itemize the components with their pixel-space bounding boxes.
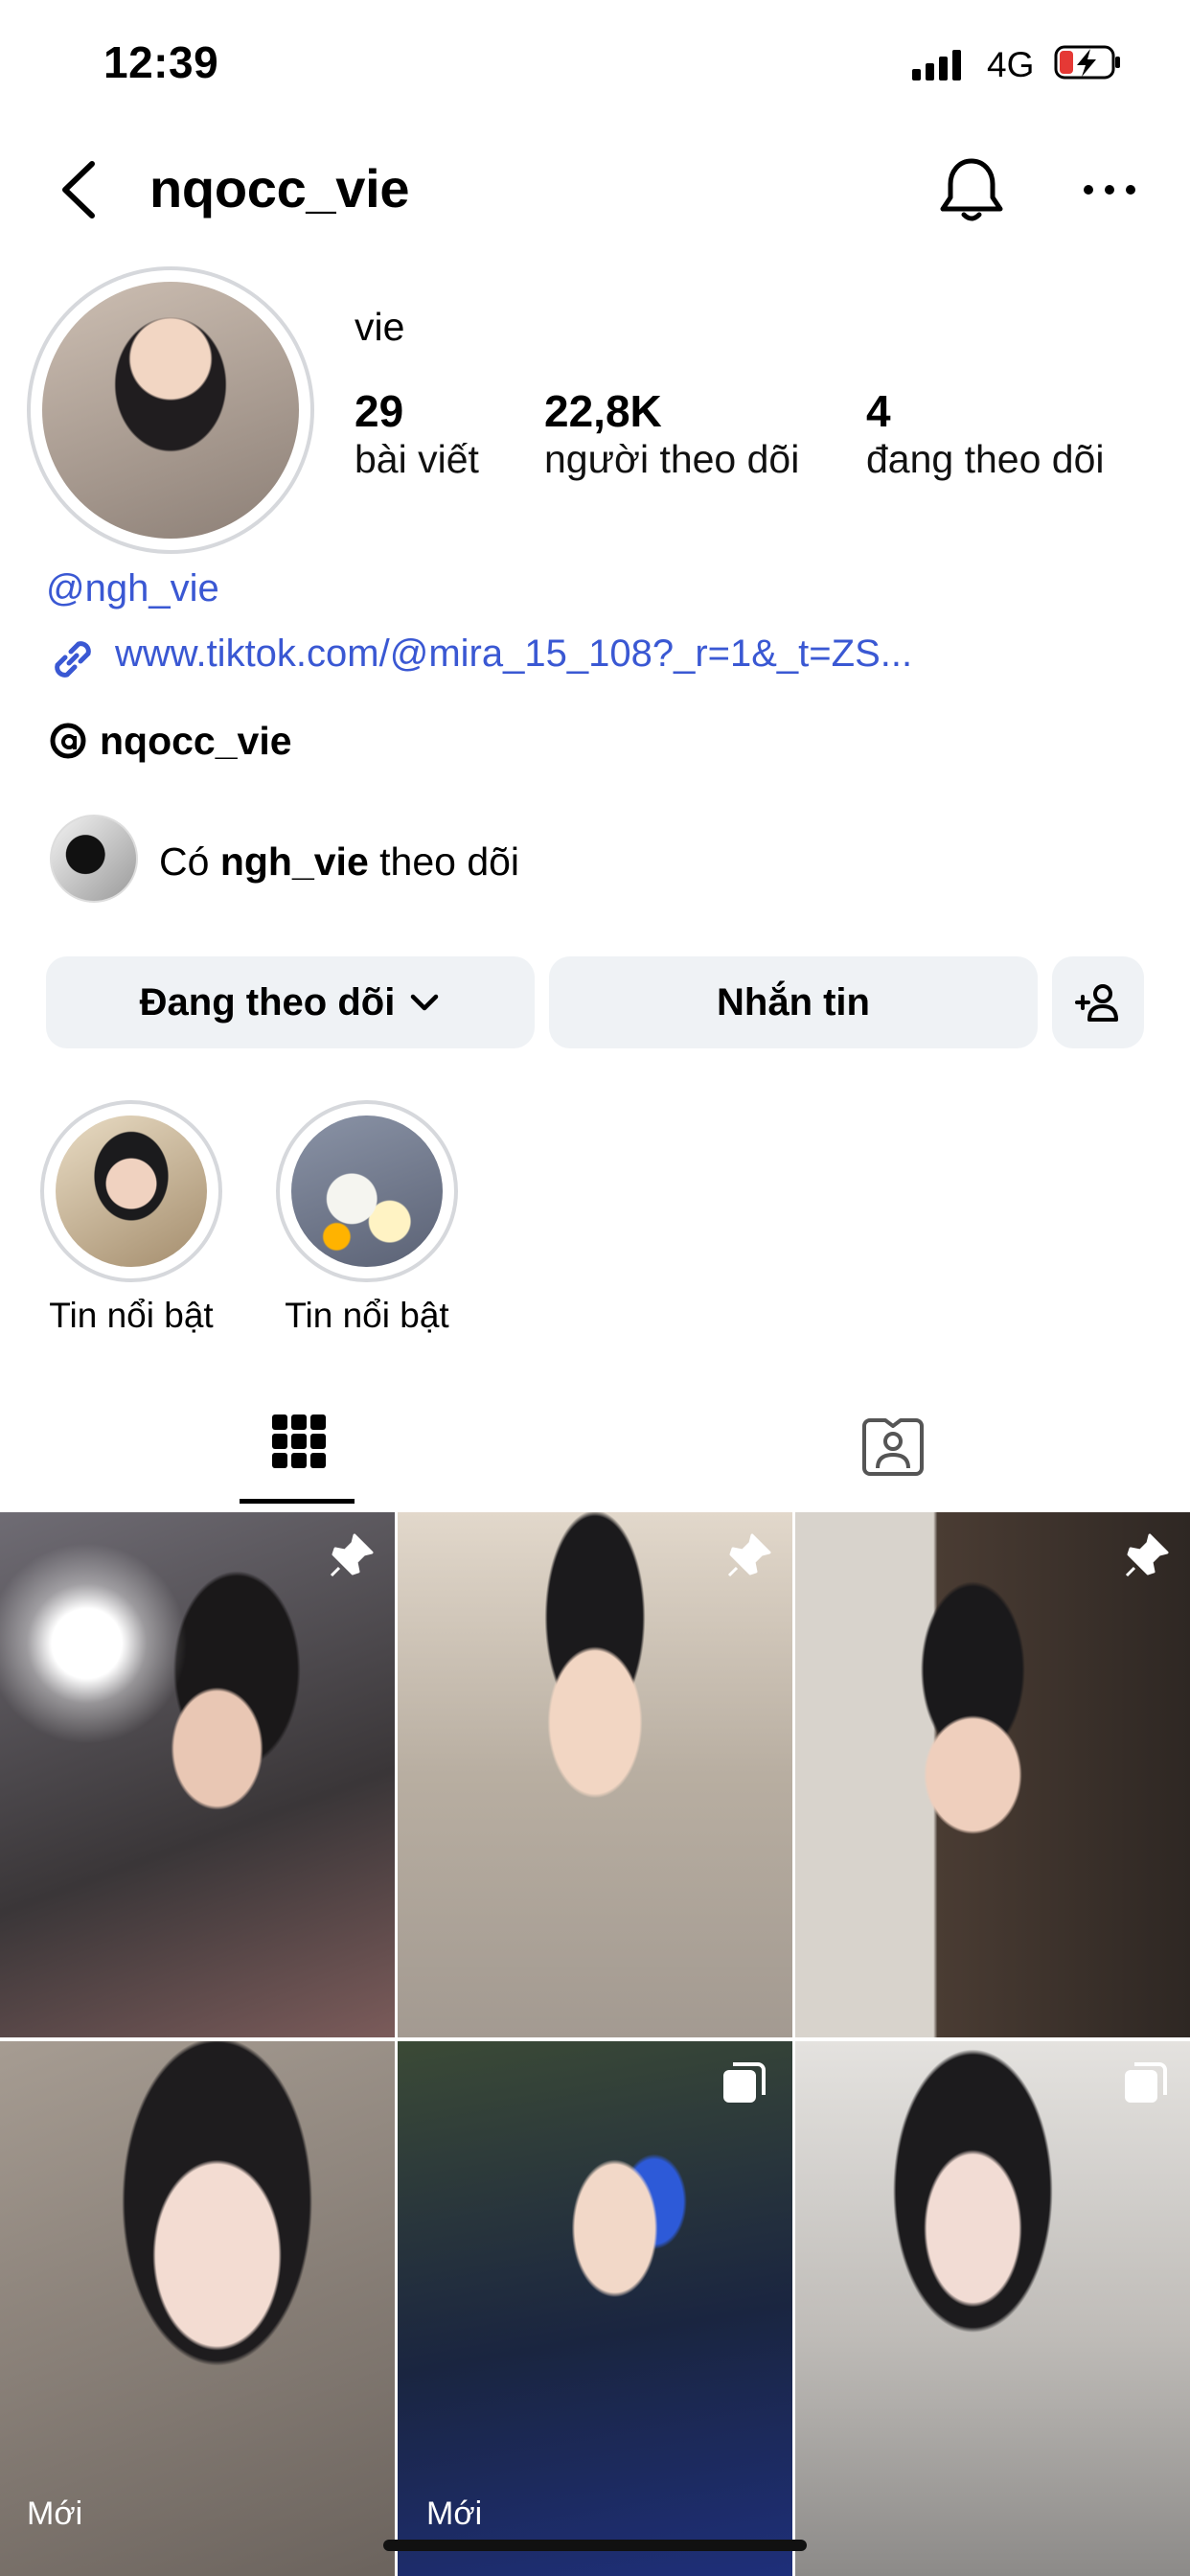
new-post-label: Mới xyxy=(426,2496,483,2532)
message-button-label: Nhắn tin xyxy=(717,980,870,1024)
pin-icon xyxy=(330,1533,374,1577)
battery-charging-icon xyxy=(1054,45,1120,80)
external-link[interactable]: www.tiktok.com/@mira_15_108?_r=1&_t=ZS..… xyxy=(115,632,912,676)
stat-followers-count: 22,8K xyxy=(544,386,662,436)
stat-following-count: 4 xyxy=(866,386,891,436)
stat-following[interactable]: 4 đang theo dõi xyxy=(866,385,1105,482)
pin-icon xyxy=(727,1533,771,1577)
highlight-2-label: Tin nổi bật xyxy=(285,1296,449,1335)
following-button-label: Đang theo dõi xyxy=(139,980,396,1024)
carousel-icon xyxy=(1125,2062,1167,2103)
mutual-follower-text[interactable]: Có ngh_vie theo dõi xyxy=(159,840,519,885)
stat-posts-count: 29 xyxy=(355,386,404,436)
message-button[interactable]: Nhắn tin xyxy=(549,956,1038,1048)
stat-posts[interactable]: 29 bài viết xyxy=(355,385,479,482)
bio-handle-link[interactable]: @ngh_vie xyxy=(46,567,219,610)
new-post-label: Mới xyxy=(27,2496,83,2532)
stat-following-label: đang theo dõi xyxy=(866,437,1105,481)
post-thumbnail-2[interactable] xyxy=(398,1512,792,2037)
post-thumbnail-3[interactable] xyxy=(795,1512,1190,2037)
highlight-1-thumbnail[interactable] xyxy=(56,1116,207,1267)
grid-tab-icon[interactable] xyxy=(270,1413,328,1470)
following-dropdown-button[interactable]: Đang theo dõi xyxy=(46,956,535,1048)
tagged-tab-icon[interactable] xyxy=(860,1414,926,1476)
post-thumbnail-6[interactable] xyxy=(795,2041,1190,2576)
mutual-prefix: Có xyxy=(159,840,220,884)
post-thumbnail-5[interactable]: Mới xyxy=(398,2041,792,2576)
profile-avatar[interactable] xyxy=(42,282,299,539)
post-thumbnail-1[interactable] xyxy=(0,1512,395,2037)
highlight-2-thumbnail[interactable] xyxy=(291,1116,443,1267)
mutual-follower-avatar[interactable] xyxy=(50,815,138,903)
suggest-users-button[interactable] xyxy=(1052,956,1144,1048)
threads-icon[interactable] xyxy=(48,721,88,761)
threads-username[interactable]: nqocc_vie xyxy=(100,719,292,764)
stat-followers[interactable]: 22,8K người theo dõi xyxy=(544,385,799,482)
active-tab-indicator xyxy=(240,1499,355,1504)
stat-followers-label: người theo dõi xyxy=(544,437,800,481)
status-time: 12:39 xyxy=(103,37,219,87)
home-indicator xyxy=(383,2540,807,2551)
signal-icon xyxy=(912,48,961,80)
chevron-down-icon xyxy=(411,994,439,1011)
link-icon xyxy=(55,641,91,678)
back-arrow-icon[interactable] xyxy=(56,158,103,221)
notification-bell-icon[interactable] xyxy=(935,153,1008,226)
network-type: 4G xyxy=(987,45,1035,84)
display-name: vie xyxy=(355,305,405,349)
profile-username-title: nqocc_vie xyxy=(149,158,410,218)
pin-icon xyxy=(1125,1533,1169,1577)
carousel-icon xyxy=(723,2062,766,2103)
add-person-icon xyxy=(1075,984,1118,1022)
stat-posts-label: bài viết xyxy=(355,437,479,481)
mutual-suffix: theo dõi xyxy=(368,840,520,884)
highlight-1-label: Tin nổi bật xyxy=(49,1296,214,1335)
post-thumbnail-4[interactable]: Mới xyxy=(0,2041,395,2576)
more-options-icon[interactable] xyxy=(1083,178,1136,201)
mutual-name: ngh_vie xyxy=(219,840,369,884)
